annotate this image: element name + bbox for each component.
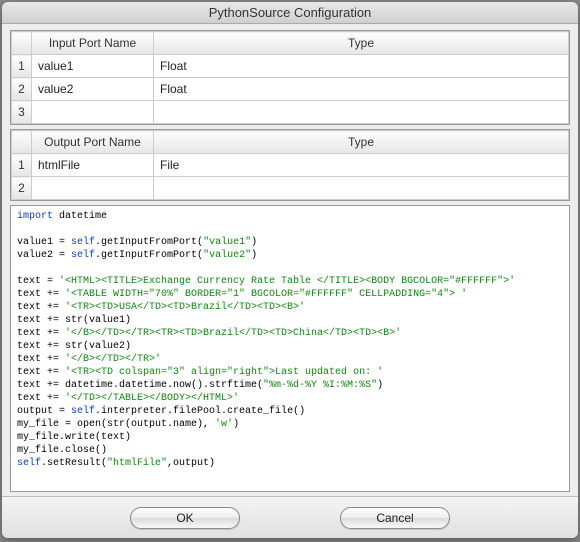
table-row[interactable]: 2 [12,177,569,200]
row-number: 2 [12,78,32,101]
input-ports-table[interactable]: Input Port Name Type 1 value1 Float 2 va… [10,30,570,125]
cancel-button[interactable]: Cancel [340,507,450,529]
table-row[interactable]: 2 value2 Float [12,78,569,101]
output-ports-table[interactable]: Output Port Name Type 1 htmlFile File 2 [10,129,570,201]
table-row[interactable]: 1 value1 Float [12,55,569,78]
table-row[interactable]: 3 [12,101,569,124]
ok-button[interactable]: OK [130,507,240,529]
col-header-type[interactable]: Type [154,131,569,154]
port-name-cell[interactable]: htmlFile [32,154,154,177]
button-bar: OK Cancel [2,496,578,538]
code-editor[interactable]: import datetime value1 = self.getInputFr… [10,205,570,492]
table-row[interactable]: 1 htmlFile File [12,154,569,177]
port-name-cell[interactable] [32,101,154,124]
port-name-cell[interactable]: value2 [32,78,154,101]
col-header-type[interactable]: Type [154,32,569,55]
row-number: 1 [12,55,32,78]
row-number: 2 [12,177,32,200]
port-type-cell[interactable]: Float [154,78,569,101]
port-type-cell[interactable] [154,101,569,124]
col-header-name[interactable]: Output Port Name [32,131,154,154]
port-type-cell[interactable] [154,177,569,200]
port-type-cell[interactable]: File [154,154,569,177]
window-title: PythonSource Configuration [2,2,578,24]
col-header-name[interactable]: Input Port Name [32,32,154,55]
table-header-row: Output Port Name Type [12,131,569,154]
corner-cell [12,32,32,55]
config-window: PythonSource Configuration Input Port Na… [2,2,578,538]
row-number: 1 [12,154,32,177]
corner-cell [12,131,32,154]
port-type-cell[interactable]: Float [154,55,569,78]
table-header-row: Input Port Name Type [12,32,569,55]
port-name-cell[interactable]: value1 [32,55,154,78]
row-number: 3 [12,101,32,124]
port-name-cell[interactable] [32,177,154,200]
content-area: Input Port Name Type 1 value1 Float 2 va… [2,24,578,496]
